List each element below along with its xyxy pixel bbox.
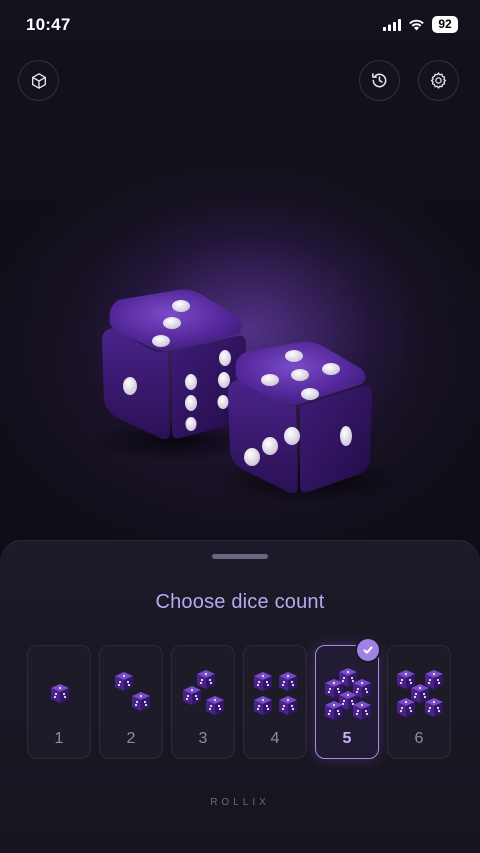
dice-option-label: 6	[414, 730, 424, 747]
checkmark-icon	[363, 646, 373, 654]
dice-scene	[90, 289, 405, 504]
dice-count-sheet: Choose dice count 1 2 3 4 5 6 ROLLIX	[0, 540, 480, 853]
dice-option-1[interactable]: 1	[27, 645, 91, 759]
dice-option-5[interactable]: 5	[315, 645, 379, 759]
dice-option-3[interactable]: 3	[171, 645, 235, 759]
mini-die-icon	[254, 672, 272, 691]
settings-button[interactable]	[418, 60, 459, 101]
dice-count-options: 1 2 3 4 5 6	[27, 645, 453, 759]
status-bar: 10:47 92	[0, 0, 480, 50]
signal-icon	[383, 18, 401, 31]
mini-die-icon	[51, 684, 69, 703]
dice-option-label: 5	[342, 730, 352, 747]
mini-die-icon	[325, 701, 343, 720]
dice-option-label: 4	[270, 730, 280, 747]
sheet-title: Choose dice count	[155, 591, 325, 613]
five-dice-icon	[325, 668, 371, 720]
dice-option-4[interactable]: 4	[243, 645, 307, 759]
dice-menu-button[interactable]	[18, 60, 59, 101]
die-right	[228, 341, 372, 494]
mini-die-icon	[115, 672, 133, 691]
history-button[interactable]	[359, 60, 400, 101]
mini-die-icon	[206, 696, 224, 715]
selected-check-badge	[357, 639, 379, 661]
mini-die-icon	[279, 672, 297, 691]
sheet-handle[interactable]	[212, 554, 268, 559]
status-time: 10:47	[26, 15, 71, 34]
history-icon	[372, 73, 387, 88]
mini-die-icon	[183, 686, 201, 705]
dice-option-label: 2	[126, 730, 136, 747]
mini-die-icon	[353, 701, 371, 720]
dice-option-label: 1	[54, 730, 64, 747]
one-die-icon	[51, 684, 69, 703]
four-dice-icon	[254, 672, 297, 715]
mini-die-icon	[132, 692, 150, 711]
gear-icon	[430, 72, 447, 89]
mini-die-icon	[425, 698, 443, 717]
mini-die-icon	[197, 670, 215, 689]
status-icons: 92	[383, 16, 458, 33]
die-left	[102, 289, 246, 440]
mini-die-icon	[425, 670, 443, 689]
two-dice-icon	[115, 672, 150, 711]
wifi-icon	[409, 19, 424, 30]
mini-die-icon	[397, 698, 415, 717]
mini-die-icon	[254, 696, 272, 715]
three-dice-icon	[183, 670, 224, 715]
mini-die-icon	[397, 670, 415, 689]
cube-icon	[31, 72, 46, 89]
dice-option-6[interactable]: 6	[387, 645, 451, 759]
six-dice-icon	[397, 670, 443, 717]
mini-die-icon	[279, 696, 297, 715]
dice-option-2[interactable]: 2	[99, 645, 163, 759]
dice-option-label: 3	[198, 730, 208, 747]
brand-wordmark: ROLLIX	[210, 797, 270, 808]
mini-die-icon	[411, 684, 429, 703]
app-background: 10:47 92 Choose dice count 1 2 3 4 5 6 R…	[0, 0, 480, 853]
battery-indicator: 92	[432, 16, 458, 33]
